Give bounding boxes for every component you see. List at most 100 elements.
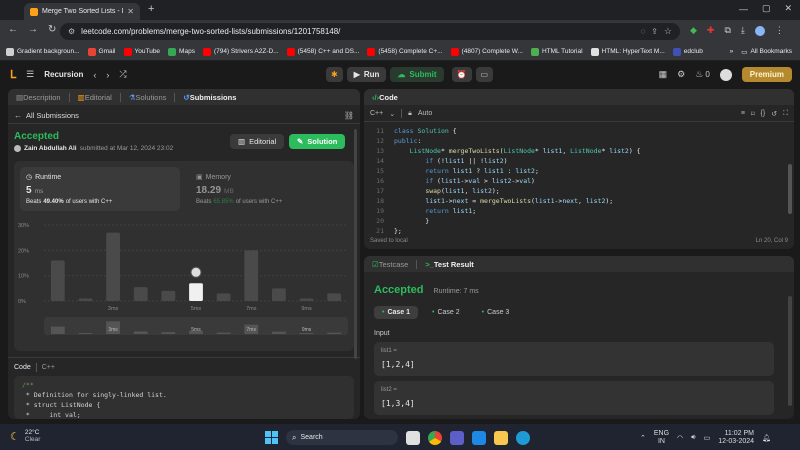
edge-icon[interactable] <box>516 430 530 445</box>
menu-icon[interactable]: ⋮ <box>775 25 784 36</box>
eye-off-icon[interactable]: ◌ <box>640 27 645 36</box>
tab-submissions[interactable]: ↺Submissions <box>183 93 236 102</box>
chart-bar[interactable] <box>216 293 231 301</box>
notes-icon[interactable]: ≡ <box>741 110 745 117</box>
windows-start-icon[interactable] <box>265 431 278 444</box>
next-problem-icon[interactable]: › <box>106 70 109 80</box>
chart-bar[interactable] <box>299 298 314 301</box>
solution-button[interactable]: ✎ Solution <box>289 134 346 149</box>
shuffle-icon[interactable]: ⤮ <box>119 69 126 80</box>
browser-tab[interactable]: Merge Two Sorted Lists - Leet ✕ <box>24 3 140 20</box>
chrome-icon[interactable] <box>428 430 442 445</box>
bookmark-item[interactable]: Gmail <box>87 47 116 56</box>
bookmark-icon[interactable]: ⌑ <box>751 110 755 118</box>
debug-icon[interactable]: ✱ <box>326 67 343 82</box>
runtime-box[interactable]: ◷ Runtime 5 ms Beats 49.40% of users wit… <box>20 167 180 211</box>
minimize-icon[interactable]: — <box>739 4 748 14</box>
tab-testcase[interactable]: ☑Testcase <box>372 260 408 269</box>
bookmark-item[interactable]: YouTube <box>123 47 160 56</box>
chart-bar[interactable] <box>272 288 286 301</box>
language-select[interactable]: C++ <box>370 110 383 117</box>
alarm-icon[interactable]: ⏰ <box>451 67 472 82</box>
teams-icon[interactable] <box>450 430 464 445</box>
bookmark-item[interactable]: (5458) C++ and DS... <box>286 47 359 56</box>
user-avatar[interactable] <box>719 68 732 81</box>
streak-counter[interactable]: ♨ 0 <box>695 69 710 80</box>
taskbar-search[interactable]: ⌕ Search <box>286 430 398 445</box>
settings-gear-icon[interactable]: ⚙ <box>677 69 685 80</box>
download-icon[interactable]: ⤓ <box>741 25 745 36</box>
link-icon[interactable]: ⛓ <box>344 111 354 120</box>
code-tab[interactable]: ‹/›Code <box>372 93 398 102</box>
site-info-icon[interactable]: ⚙ <box>68 27 75 36</box>
extension-icon[interactable]: ◆ <box>690 25 697 36</box>
editor-scrollbar[interactable] <box>788 164 792 214</box>
puzzle-icon[interactable]: ⧉ <box>724 25 730 36</box>
bookmark-item[interactable]: (4807) Complete W... <box>450 47 523 56</box>
bookmark-item[interactable]: Maps <box>168 47 195 56</box>
code-editor[interactable]: 11 class Solution { 12 public: 13 ListNode… <box>370 126 780 235</box>
fullscreen-icon[interactable]: ⛶ <box>783 110 788 118</box>
problem-list-title[interactable]: Recursion <box>44 70 83 79</box>
clock[interactable]: 11:02 PM 12-03-2024 <box>718 430 754 446</box>
chart-bar[interactable] <box>106 232 120 301</box>
author-name[interactable]: Zain Abdullah Ali <box>24 145 77 152</box>
editorial-button[interactable]: ▥ Editorial <box>230 134 285 149</box>
star-icon[interactable]: ☆ <box>664 26 672 37</box>
task-view-icon[interactable] <box>406 430 420 445</box>
wifi-icon[interactable]: ◠ <box>677 434 683 442</box>
leetcode-logo-icon[interactable]: ᒪ <box>10 68 16 81</box>
case-tab-2[interactable]: • Case 2 <box>424 306 468 319</box>
file-explorer-icon[interactable] <box>494 430 508 445</box>
layout-icon[interactable]: ▦ <box>659 69 668 80</box>
tab-description[interactable]: ▤Description <box>16 93 61 102</box>
tab-editorial[interactable]: ▥Editorial <box>78 93 112 102</box>
profile-icon[interactable] <box>754 25 765 36</box>
case-tab-3[interactable]: • Case 3 <box>474 306 518 319</box>
chart-bar[interactable] <box>327 293 342 301</box>
back-arrow-icon[interactable]: ← <box>14 111 22 120</box>
volume-icon[interactable]: 🔊︎ <box>691 434 695 442</box>
all-submissions-link[interactable]: All Submissions <box>26 111 79 120</box>
chart-bar-current[interactable] <box>189 283 203 301</box>
battery-icon[interactable]: ▭ <box>704 434 711 442</box>
vscode-icon[interactable] <box>472 430 486 445</box>
extension-icon-2[interactable]: ✚ <box>707 25 715 36</box>
bookmark-item[interactable]: (794) Strivers A2Z-D... <box>202 47 279 56</box>
input-list1-box[interactable]: list1 = [1,2,4] <box>374 342 774 376</box>
close-icon[interactable]: ✕ <box>127 7 134 16</box>
chevron-up-icon[interactable]: ⌃ <box>640 434 646 442</box>
all-bookmarks-button[interactable]: ▭ All Bookmarks <box>741 48 792 56</box>
run-button[interactable]: ▶ Run <box>346 67 387 82</box>
bookmark-item[interactable]: edclub <box>672 47 703 56</box>
chart-bar[interactable] <box>50 260 65 301</box>
auto-mode[interactable]: Auto <box>418 110 432 117</box>
maximize-icon[interactable]: ▢ <box>762 3 771 14</box>
case-tab-1[interactable]: • Case 1 <box>374 306 419 319</box>
chart-bar[interactable] <box>161 290 176 301</box>
premium-button[interactable]: Premium <box>741 67 792 82</box>
list-icon[interactable]: ☰ <box>26 69 34 80</box>
submitted-code-block[interactable]: /** * Definition for singly-linked list.… <box>14 376 354 419</box>
result-scrollbar[interactable] <box>788 296 792 406</box>
braces-icon[interactable]: {} <box>761 110 766 117</box>
back-arrow-icon[interactable]: ← <box>8 24 18 35</box>
new-tab-icon[interactable]: + <box>148 3 154 15</box>
url-field[interactable]: ⚙ leetcode.com/problems/merge-two-sorted… <box>60 23 680 40</box>
forward-arrow-icon[interactable]: → <box>28 24 38 35</box>
tab-solutions[interactable]: ⚗Solutions <box>129 93 167 102</box>
chart-bar[interactable] <box>244 250 259 301</box>
submit-button[interactable]: ☁ Submit <box>390 67 444 82</box>
tab-test-result[interactable]: >_Test Result <box>425 260 473 269</box>
input-list2-box[interactable]: list2 = [1,3,4] <box>374 381 774 415</box>
more-bookmarks-icon[interactable]: » <box>730 48 734 55</box>
input-language[interactable]: ENG IN <box>654 430 669 446</box>
bookmark-item[interactable]: (5458) Complete C+... <box>367 47 443 56</box>
bookmark-item[interactable]: HTML Tutorial <box>530 47 583 56</box>
weather-widget[interactable]: ☾ 22°C Clear <box>10 429 40 443</box>
reload-icon[interactable]: ↻ <box>48 24 56 35</box>
bookmark-item[interactable]: Gradient backgroun... <box>6 47 80 56</box>
prev-problem-icon[interactable]: ‹ <box>93 70 96 80</box>
left-scrollbar[interactable] <box>354 129 357 359</box>
share-icon[interactable]: ⇪ <box>651 27 658 36</box>
